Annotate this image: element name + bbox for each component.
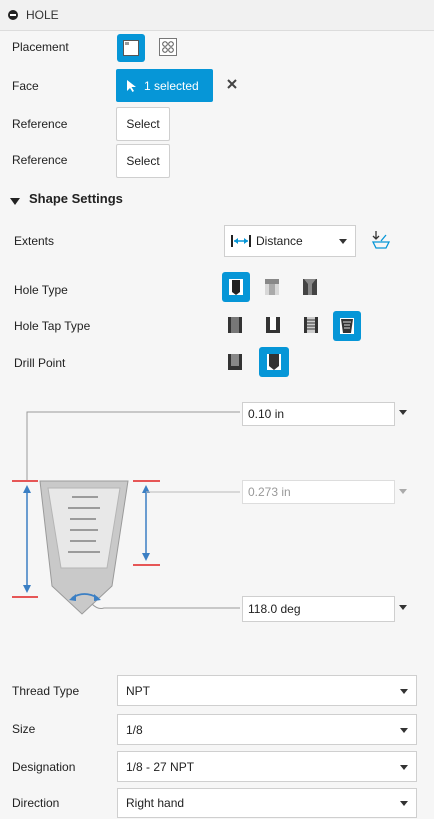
hole-type-label: Hole Type: [14, 283, 68, 297]
angled-drill-point-button[interactable]: [259, 347, 289, 377]
direction-label: Direction: [12, 796, 60, 810]
size-value: 1/8: [126, 722, 143, 737]
simple-hole-button[interactable]: [222, 272, 250, 302]
taper-tapped-icon: [340, 318, 354, 334]
depth-value: 0.10 in: [248, 407, 285, 421]
designation-label: Designation: [12, 760, 76, 774]
drill-angle-dropdown-chevron-icon[interactable]: [399, 605, 407, 610]
depth-dropdown-chevron-icon[interactable]: [399, 410, 407, 415]
tap-tapped-button[interactable]: [302, 315, 320, 338]
extents-value: Distance: [256, 234, 303, 248]
chevron-down-icon: [400, 801, 408, 806]
tapped-icon: [304, 317, 318, 333]
cursor-icon: [127, 79, 136, 92]
chevron-down-icon: [10, 198, 20, 205]
reference-2-select-button[interactable]: Select: [116, 144, 170, 178]
face-selection-text: 1 selected: [144, 78, 199, 93]
direction-dropdown[interactable]: Right hand: [117, 788, 417, 818]
size-label: Size: [12, 722, 36, 736]
tap-depth-dropdown-chevron-icon[interactable]: [399, 489, 407, 494]
collapse-icon[interactable]: [8, 10, 18, 20]
panel-title: HOLE: [26, 8, 59, 22]
shape-settings-title: Shape Settings: [29, 191, 123, 206]
extents-dropdown[interactable]: Distance: [224, 225, 356, 257]
panel-header[interactable]: HOLE: [0, 0, 434, 31]
chevron-down-icon: [400, 764, 408, 770]
thread-type-label: Thread Type: [12, 684, 80, 698]
simple-hole-icon: [229, 279, 243, 295]
tap-depth-value: 0.273 in: [248, 485, 291, 499]
drill-angle-input[interactable]: 118.0 deg: [242, 596, 395, 622]
simple-tap-icon: [228, 317, 242, 333]
single-hole-icon: [123, 40, 139, 56]
drill-angle-value: 118.0 deg: [248, 602, 301, 616]
chevron-down-icon: [400, 688, 408, 694]
close-icon: [227, 79, 237, 89]
face-label: Face: [12, 79, 39, 93]
depth-input[interactable]: 0.10 in: [242, 402, 395, 426]
flat-drill-point-button[interactable]: [226, 352, 244, 375]
size-dropdown[interactable]: 1/8: [117, 714, 417, 745]
multi-hole-placement-button[interactable]: [158, 37, 178, 60]
reference-1-select-button[interactable]: Select: [116, 107, 170, 141]
tap-taper-tapped-button[interactable]: [333, 311, 361, 341]
hole-preview-diagram: [12, 411, 240, 615]
extents-label: Extents: [14, 234, 55, 248]
chevron-down-icon: [400, 727, 408, 733]
thread-type-value: NPT: [126, 683, 150, 698]
clearance-tap-icon: [266, 317, 280, 333]
tap-depth-input[interactable]: 0.273 in: [242, 480, 395, 504]
single-hole-placement-button[interactable]: [117, 34, 145, 62]
counterbore-button[interactable]: [263, 277, 281, 300]
flat-drill-point-icon: [228, 354, 242, 370]
countersink-icon: [303, 279, 317, 295]
reference-2-label: Reference: [12, 153, 68, 167]
counterbore-icon: [265, 279, 279, 295]
designation-dropdown[interactable]: 1/8 - 27 NPT: [117, 751, 417, 782]
tap-simple-button[interactable]: [226, 315, 244, 338]
multi-hole-icon: [159, 38, 177, 56]
countersink-button[interactable]: [301, 277, 319, 300]
drill-point-label: Drill Point: [14, 356, 66, 370]
distance-icon: [231, 235, 251, 247]
reference-1-label: Reference: [12, 117, 68, 131]
shape-settings-toggle[interactable]: [10, 194, 20, 209]
angled-drill-point-icon: [267, 354, 281, 370]
thread-type-dropdown[interactable]: NPT: [117, 675, 417, 706]
clear-selection-button[interactable]: [226, 78, 238, 93]
placement-label: Placement: [12, 40, 69, 54]
face-selection-button[interactable]: 1 selected: [116, 69, 213, 102]
chevron-down-icon: [339, 239, 347, 244]
designation-value: 1/8 - 27 NPT: [126, 759, 195, 774]
tap-clearance-button[interactable]: [264, 315, 282, 338]
flip-direction-button[interactable]: [370, 229, 392, 254]
direction-value: Right hand: [126, 796, 185, 810]
hole-tap-type-label: Hole Tap Type: [14, 319, 91, 333]
flip-direction-icon: [371, 231, 391, 249]
